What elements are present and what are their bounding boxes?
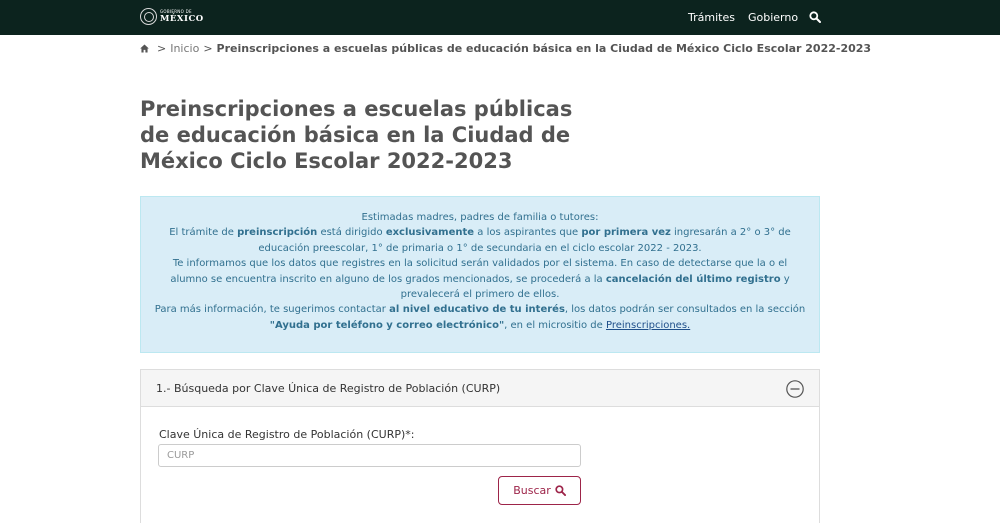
curp-search-panel-header[interactable]: 1.- Búsqueda por Clave Única de Registro… xyxy=(140,369,820,407)
nav-link-gobierno[interactable]: Gobierno xyxy=(748,0,798,35)
breadcrumb-separator: > xyxy=(203,41,213,55)
alert-text: a los aspirantes que xyxy=(474,227,582,239)
breadcrumb-separator: > xyxy=(157,41,167,55)
alert-bold-text: cancelación del último registro xyxy=(605,273,781,285)
breadcrumb-inicio-link[interactable]: Inicio xyxy=(170,42,199,55)
minus-circle-icon[interactable] xyxy=(786,380,804,398)
search-icon xyxy=(555,485,566,496)
nav-link-tramites[interactable]: Trámites xyxy=(688,0,735,35)
buscar-button-label: Buscar xyxy=(513,484,551,497)
logo-big-text: MÉXICO xyxy=(160,13,204,24)
home-icon[interactable] xyxy=(140,43,149,53)
alert-bold-text: al nivel educativo de tu interés xyxy=(389,304,565,316)
alert-bold-text: "Ayuda por teléfono y correo electrónico… xyxy=(269,319,505,331)
panel-title: 1.- Búsqueda por Clave Única de Registro… xyxy=(156,382,501,395)
alert-text: está dirigido xyxy=(317,227,386,239)
alert-text: Para más información, te sugerimos conta… xyxy=(154,304,390,316)
breadcrumb: > Inicio > Preinscripciones a escuelas p… xyxy=(140,41,871,55)
alert-paragraph-2: Te informamos que los datos que registre… xyxy=(153,256,807,302)
national-seal-icon xyxy=(140,8,157,25)
alert-greeting: Estimadas madres, padres de familia o tu… xyxy=(361,212,599,223)
search-icon[interactable] xyxy=(809,11,821,23)
logo-text: GOBIERNO DE MÉXICO xyxy=(160,9,204,24)
top-navbar: GOBIERNO DE MÉXICO Trámites Gobierno xyxy=(0,0,1000,35)
curp-field-label: Clave Única de Registro de Población (CU… xyxy=(159,428,415,441)
page-title: Preinscripciones a escuelas públicas de … xyxy=(140,97,573,173)
breadcrumb-current-page: Preinscripciones a escuelas públicas de … xyxy=(216,41,872,55)
alert-text: , los datos podrán ser consultados en la… xyxy=(564,304,806,316)
info-alert: Estimadas madres, padres de familia o tu… xyxy=(140,196,820,353)
alert-bold-text: exclusivamente xyxy=(385,227,475,239)
alert-text: El trámite de xyxy=(169,227,238,239)
gobierno-mexico-logo[interactable]: GOBIERNO DE MÉXICO xyxy=(140,8,204,25)
preinscripciones-link[interactable]: Preinscripciones. xyxy=(606,320,690,331)
buscar-button[interactable]: Buscar xyxy=(498,476,581,505)
alert-paragraph-3: Para más información, te sugerimos conta… xyxy=(153,302,807,333)
alert-bold-text: por primera vez xyxy=(581,227,671,239)
alert-text: , en el micrositio de xyxy=(504,319,606,331)
curp-input[interactable] xyxy=(158,444,581,467)
alert-paragraph-1: El trámite de preinscripción está dirigi… xyxy=(153,225,807,256)
alert-bold-text: preinscripción xyxy=(237,227,318,239)
